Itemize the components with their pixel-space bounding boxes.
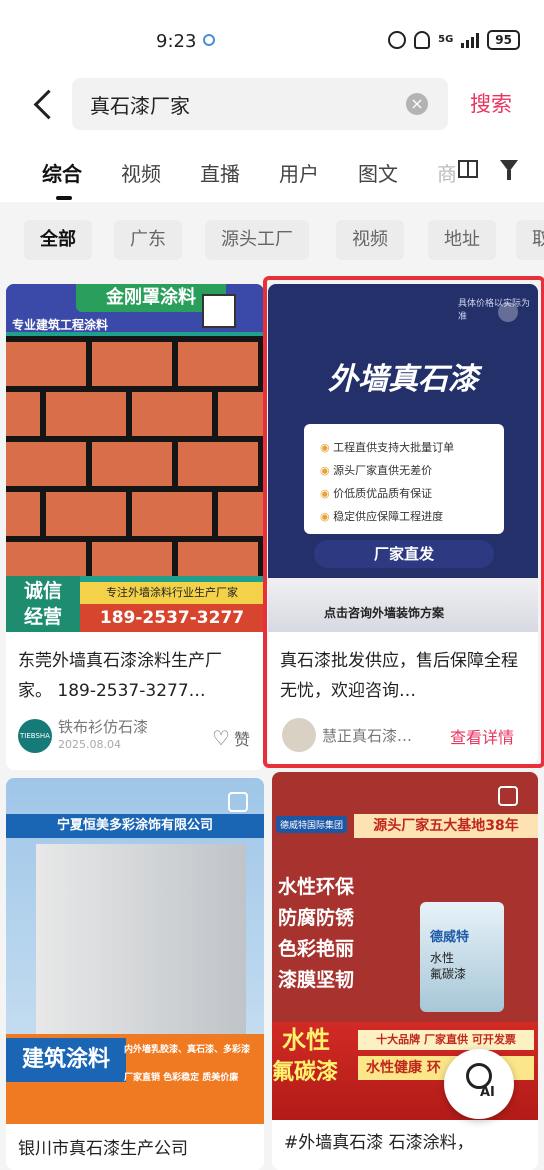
card-image: 金刚罩涂料 专业建筑工程涂料 诚信 经营 专注外墙涂料行业生产厂家 189-25… — [6, 284, 264, 632]
status-time: 9:23 — [156, 31, 197, 52]
tab-video[interactable]: 视频 — [121, 158, 161, 187]
card-image: 宁夏恒美多彩涂饰有限公司 建筑涂料 内外墙乳胶漆、真石漆、多彩漆 厂家直销 色彩… — [6, 778, 264, 1124]
author-name: 铁布衫仿石漆 — [58, 718, 149, 736]
product-tag: 厂家直销 色彩稳定 质美价廉 — [124, 1073, 239, 1083]
chip-address[interactable]: 地址 — [428, 220, 496, 260]
search-button[interactable]: 搜索 — [470, 88, 512, 118]
like-button[interactable]: ♡ 赞 — [212, 726, 250, 750]
result-card[interactable]: 金刚罩涂料 专业建筑工程涂料 诚信 经营 专注外墙涂料行业生产厂家 189-25… — [6, 284, 264, 770]
building-photo — [36, 844, 246, 1044]
chip-video[interactable]: 视频 — [336, 220, 404, 260]
active-tab-indicator — [56, 196, 72, 200]
gallery-icon — [498, 786, 518, 806]
company-banner: 宁夏恒美多彩涂饰有限公司 — [6, 814, 264, 838]
status-bar: 9:23 5G 95 — [0, 0, 544, 78]
big-label: 建筑涂料 — [6, 1038, 126, 1082]
paint-can: 德威特 水性 氟碳漆 — [420, 902, 504, 1012]
image-subtitle: 专业建筑工程涂料 — [12, 318, 109, 332]
card-title: #外墙真石漆 石漆涂料， — [284, 1133, 474, 1153]
can-brand: 德威特 — [430, 930, 470, 945]
tab-image-text[interactable]: 图文 — [358, 158, 398, 187]
filter-icon[interactable] — [500, 160, 518, 180]
alarm-icon — [388, 31, 407, 49]
can-label: 水性 氟碳漆 — [430, 951, 467, 981]
back-arrow-icon[interactable] — [26, 86, 66, 126]
category-tabs: 综合 视频 直播 用户 图文 商 — [0, 138, 544, 202]
signal-icon — [461, 32, 480, 48]
brick-wall-photo — [6, 336, 264, 576]
selection-highlight — [263, 276, 544, 768]
ai-assistant-button[interactable]: AI — [444, 1049, 514, 1119]
chip-more[interactable]: 取 — [516, 220, 544, 260]
badge-line-1: 诚信 — [23, 580, 62, 602]
image-banner: 源头厂家五大基地38年 — [354, 814, 538, 838]
feature-item: 漆膜坚韧 — [278, 969, 355, 991]
like-label: 赞 — [233, 730, 250, 749]
feature-item: 防腐防锈 — [278, 907, 355, 929]
search-box[interactable]: × — [72, 78, 448, 130]
status-icons: 5G 95 — [388, 30, 520, 50]
slogan: 专注外墙涂料行业生产厂家 — [80, 582, 264, 604]
result-card[interactable]: 宁夏恒美多彩涂饰有限公司 建筑涂料 内外墙乳胶漆、真石漆、多彩漆 厂家直销 色彩… — [6, 778, 264, 1170]
search-bar-row: × 搜索 — [0, 78, 544, 138]
location-indicator-icon — [203, 34, 215, 46]
feature-item: 水性环保 — [278, 876, 355, 898]
tab-all[interactable]: 综合 — [42, 158, 82, 187]
author[interactable]: TIEBSHA 铁布衫仿石漆 2025.08.04 — [18, 718, 148, 754]
search-input[interactable] — [90, 88, 390, 120]
badge-line-2: 经营 — [23, 606, 62, 628]
layout-toggle-icon[interactable] — [458, 160, 478, 178]
battery-indicator: 95 — [487, 30, 520, 50]
network-type: 5G — [438, 34, 454, 45]
gallery-icon — [228, 792, 248, 812]
chip-source-factory[interactable]: 源头工厂 — [205, 220, 309, 260]
avatar: TIEBSHA — [18, 719, 52, 753]
brand-logo: 德威特国际集团 — [276, 816, 348, 833]
mute-icon — [414, 31, 431, 49]
phone-number: 189-2537-3277 — [80, 604, 264, 632]
card-title: 东莞外墙真石漆涂料生产厂家。 189-2537-3277… — [18, 651, 222, 701]
product-tag: 内外墙乳胶漆、真石漆、多彩漆 — [124, 1045, 251, 1055]
feature-list: 水性环保 防腐防锈 色彩艳丽 漆膜坚韧 — [278, 872, 354, 996]
filter-chips: 全部 广东 源头工厂 视频 地址 取 — [0, 202, 544, 272]
big-label: 水性 — [282, 1026, 330, 1054]
ribbon: 十大品牌 厂家直供 可开发票 — [358, 1030, 534, 1050]
chip-all[interactable]: 全部 — [24, 220, 92, 260]
trust-badge: 诚信 经营 — [6, 576, 80, 632]
qr-code — [202, 294, 236, 328]
card-title: 银川市真石漆生产公司 — [18, 1139, 188, 1159]
feature-item: 色彩艳丽 — [278, 938, 355, 960]
heart-icon: ♡ — [212, 726, 230, 750]
post-date: 2025.08.04 — [58, 738, 121, 751]
tab-live[interactable]: 直播 — [200, 158, 240, 187]
tab-users[interactable]: 用户 — [279, 158, 319, 187]
chip-guangdong[interactable]: 广东 — [114, 220, 182, 260]
tab-goods[interactable]: 商 — [437, 158, 455, 187]
big-label: 氟碳漆 — [272, 1060, 339, 1085]
clear-icon[interactable]: × — [406, 93, 428, 115]
ai-label: AI — [480, 1085, 495, 1100]
